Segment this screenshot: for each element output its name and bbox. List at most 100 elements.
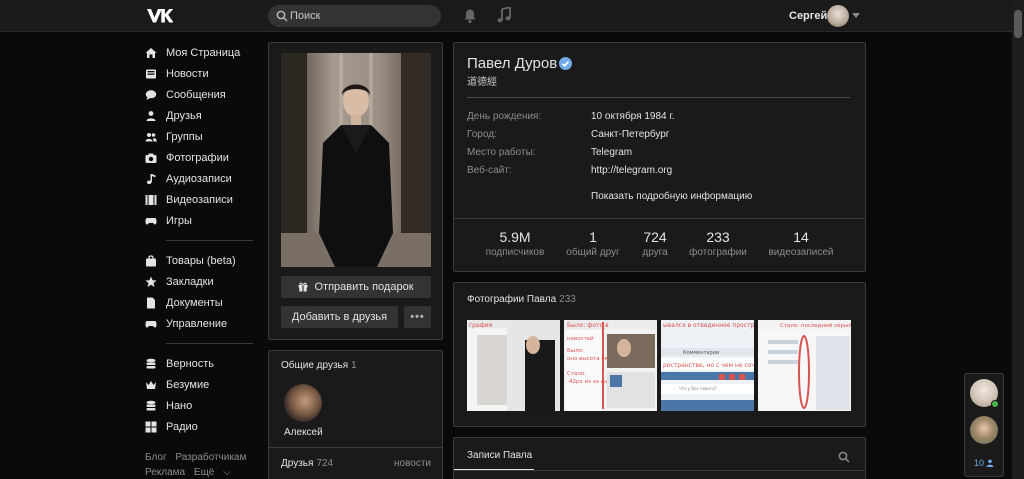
menu-item-market[interactable]: Товары (beta) bbox=[145, 250, 260, 271]
menu-item-nano[interactable]: Нано bbox=[145, 395, 260, 416]
photo-thumbnail-image: Стало: последний серый bbox=[758, 320, 851, 411]
menu-item-bookmarks[interactable]: Закладки bbox=[145, 271, 260, 292]
info-value[interactable]: 10 октября 1984 г. bbox=[591, 111, 675, 122]
menu-item-messages[interactable]: Сообщения bbox=[145, 84, 260, 105]
add-friend-button[interactable]: Добавить в друзья bbox=[281, 306, 398, 328]
video-icon bbox=[145, 194, 157, 205]
menu-item-games[interactable]: Игры bbox=[145, 210, 260, 231]
menu-item-audio[interactable]: Аудиозаписи bbox=[145, 168, 260, 189]
music-icon bbox=[146, 173, 156, 184]
menu-item-radio[interactable]: Радио bbox=[145, 416, 260, 437]
menu-label: Закладки bbox=[166, 275, 214, 288]
menu-label: Аудиозаписи bbox=[166, 172, 232, 185]
menu-item-documents[interactable]: Документы bbox=[145, 292, 260, 313]
menu-item-friends[interactable]: Друзья bbox=[145, 105, 260, 126]
search-input[interactable] bbox=[290, 5, 436, 27]
vk-logo-icon[interactable] bbox=[145, 7, 173, 25]
menu-item-my-page[interactable]: Моя Страница bbox=[145, 42, 260, 63]
left-menu: Моя Страница Новости Сообщения Друзья Гр… bbox=[145, 42, 260, 437]
friend-avatar[interactable] bbox=[284, 384, 322, 422]
menu-item-loyalty[interactable]: Верность bbox=[145, 353, 260, 374]
common-friends-title[interactable]: Общие друзья 1 bbox=[281, 360, 357, 371]
chat-counter[interactable]: 10 bbox=[974, 458, 994, 468]
friend-name[interactable]: Алексей bbox=[284, 427, 323, 438]
photo-thumbnail-image: ывался в отведенное простран Комментарии… bbox=[661, 320, 754, 411]
menu-item-news[interactable]: Новости bbox=[145, 63, 260, 84]
send-gift-button[interactable]: Отправить подарок bbox=[281, 276, 431, 298]
info-value[interactable]: Санкт-Петербург bbox=[591, 129, 669, 140]
svg-text:ространстве, но с чем не сочет: ространстве, но с чем не сочета bbox=[663, 362, 754, 369]
counter-followers[interactable]: 5.9M подписчиков bbox=[470, 229, 560, 258]
counter-caption: видеозаписей bbox=[768, 247, 834, 258]
common-friends-label: Общие друзья bbox=[281, 360, 349, 371]
search-icon bbox=[276, 10, 288, 22]
friends-label: Друзья bbox=[281, 458, 314, 469]
profile-photo-image bbox=[281, 53, 431, 267]
menu-item-madness[interactable]: Безумие bbox=[145, 374, 260, 395]
chat-avatar[interactable] bbox=[970, 416, 998, 444]
menu-label: Радио bbox=[166, 420, 198, 433]
menu-label: Нано bbox=[166, 399, 193, 412]
user-avatar[interactable] bbox=[827, 5, 849, 27]
profile-photo[interactable] bbox=[281, 53, 431, 267]
menu-separator bbox=[166, 240, 253, 241]
footer-developers-link[interactable]: Разработчикам bbox=[175, 452, 246, 463]
photo-thumbnail[interactable]: ывался в отведенное простран Комментарии… bbox=[661, 320, 754, 411]
friends-icon bbox=[146, 110, 156, 121]
menu-item-groups[interactable]: Группы bbox=[145, 126, 260, 147]
counter-photos[interactable]: 233 фотографии bbox=[673, 229, 763, 258]
chevron-down-icon[interactable] bbox=[852, 13, 860, 18]
add-friend-label: Добавить в друзья bbox=[291, 311, 388, 323]
wall-title[interactable]: Записи Павла bbox=[467, 450, 532, 461]
home-icon bbox=[145, 47, 157, 58]
scrollbar-thumb[interactable] bbox=[1014, 10, 1022, 38]
gamepad-icon bbox=[145, 320, 157, 328]
bell-icon[interactable] bbox=[462, 8, 478, 24]
counter-videos[interactable]: 14 видеозаписей bbox=[756, 229, 846, 258]
wall-divider bbox=[454, 470, 865, 471]
info-value[interactable]: Telegram bbox=[591, 147, 632, 158]
info-value[interactable]: http://telegram.org bbox=[591, 165, 672, 176]
document-icon bbox=[147, 297, 155, 308]
left-footer: Блог Разработчикам Реклама Ещё ⌵ bbox=[145, 450, 265, 479]
search-box[interactable] bbox=[268, 5, 441, 27]
menu-label: Верность bbox=[166, 357, 215, 370]
footer-ads-link[interactable]: Реклама bbox=[145, 467, 185, 478]
messages-icon bbox=[145, 89, 157, 100]
footer-more-link[interactable]: Ещё ⌵ bbox=[194, 467, 237, 478]
menu-label: Управление bbox=[166, 317, 228, 330]
menu-label: Сообщения bbox=[166, 88, 226, 101]
star-icon bbox=[145, 276, 157, 287]
common-friends-count: 1 bbox=[351, 360, 357, 371]
menu-item-management[interactable]: Управление bbox=[145, 313, 260, 334]
menu-label: Фотографии bbox=[166, 151, 229, 164]
photos-title[interactable]: Фотографии Павла 233 bbox=[467, 294, 576, 305]
more-actions-button[interactable]: ••• bbox=[404, 306, 431, 328]
menu-label: Видеозаписи bbox=[166, 193, 233, 206]
counter-caption: фотографии bbox=[689, 247, 747, 258]
news-icon bbox=[146, 69, 156, 78]
thumb-text: графия bbox=[469, 322, 493, 329]
music-note-icon[interactable] bbox=[496, 7, 512, 24]
show-more-info-link[interactable]: Показать подробную информацию bbox=[591, 191, 752, 202]
photo-thumbnail[interactable]: Было: фото в новостей Было: оно высота о… bbox=[564, 320, 657, 411]
bag-icon bbox=[146, 254, 156, 266]
online-indicator bbox=[991, 400, 999, 408]
menu-item-video[interactable]: Видеозаписи bbox=[145, 189, 260, 210]
user-name[interactable]: Сергей bbox=[789, 10, 827, 22]
photo-thumbnail[interactable]: Стало: последний серый bbox=[758, 320, 851, 411]
wall-search-icon[interactable] bbox=[838, 451, 850, 463]
friends-updates-link[interactable]: новости bbox=[394, 458, 431, 469]
photo-thumbnail[interactable]: графия bbox=[467, 320, 560, 411]
scrollbar[interactable] bbox=[1012, 0, 1024, 479]
verified-icon[interactable] bbox=[559, 57, 572, 70]
photos-count: 233 bbox=[559, 294, 576, 305]
friends-divider bbox=[269, 447, 442, 448]
menu-label: Товары (beta) bbox=[166, 254, 236, 267]
info-key: Веб-сайт: bbox=[467, 165, 512, 176]
photo-thumbnail-overlay: Было: фото в новостей Было: оно высота о… bbox=[564, 320, 657, 411]
menu-item-photos[interactable]: Фотографии bbox=[145, 147, 260, 168]
friends-title[interactable]: Друзья 724 bbox=[281, 458, 333, 469]
menu-separator bbox=[166, 343, 253, 344]
footer-blog-link[interactable]: Блог bbox=[145, 452, 167, 463]
